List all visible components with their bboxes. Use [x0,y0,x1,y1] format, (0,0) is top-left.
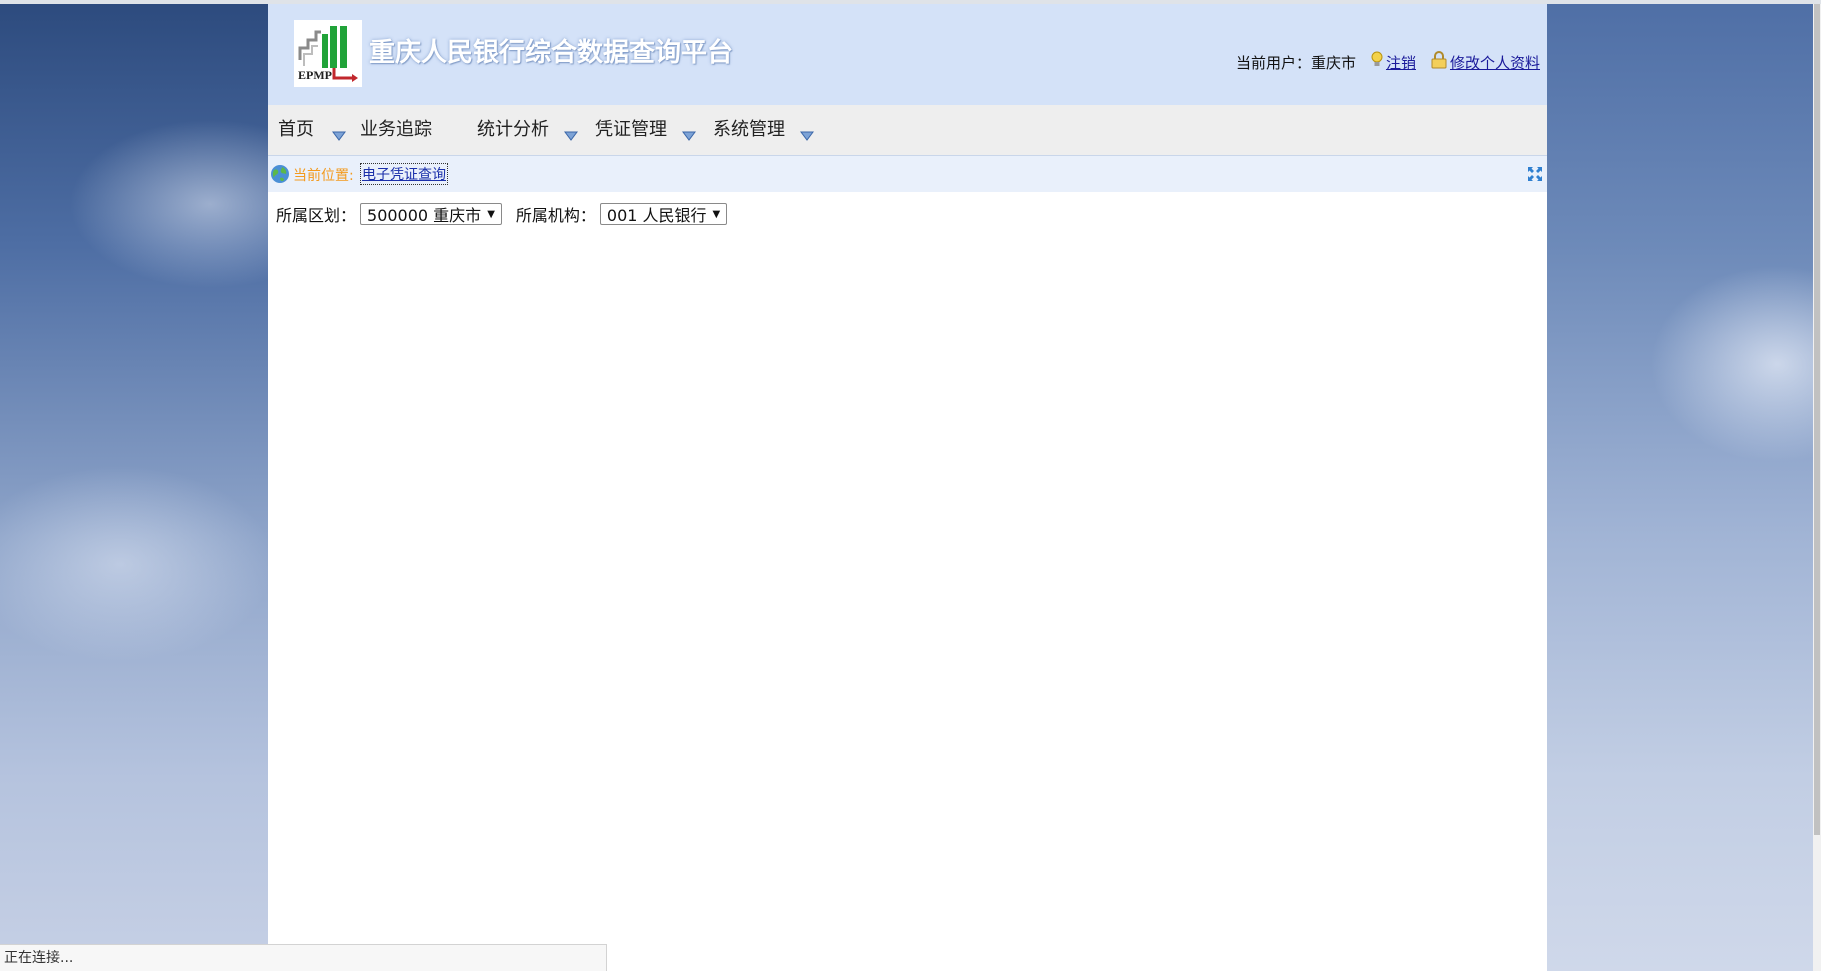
org-label: 所属机构： [515,206,596,225]
chevron-down-icon[interactable] [682,126,696,141]
main-menu: 首页 业务追踪 统计分析 凭证管理 系统管理 [268,105,1547,156]
menu-item-voucher-management[interactable]: 凭证管理 [595,105,667,155]
fullscreen-icon[interactable] [1527,166,1543,186]
dropdown-arrow-icon: ▼ [487,208,495,220]
org-select[interactable]: 001 人民银行 ▼ [599,203,728,225]
breadcrumb-label: 当前位置: [293,168,354,184]
menu-item-system-management[interactable]: 系统管理 [713,105,785,155]
region-select-value: 500000 重庆市 [367,206,482,225]
epmp-logo: EPMP [294,20,362,87]
lock-icon [1430,51,1448,73]
menu-item-statistics[interactable]: 统计分析 [477,105,549,155]
logo-text: EPMP [298,68,332,82]
background-sky-left [0,4,268,971]
dropdown-arrow-icon: ▼ [712,208,721,220]
menu-item-business-tracking[interactable]: 业务追踪 [360,105,432,155]
site-title: 重庆人民银行综合数据查询平台 [369,38,734,68]
region-select[interactable]: 500000 重庆市 ▼ [360,203,502,225]
scrollbar-thumb[interactable] [1814,4,1820,835]
chevron-down-icon[interactable] [800,126,814,141]
current-user-name: 重庆市 [1310,53,1356,72]
user-bar: 当前用户： 重庆市 注销 修改个人资料 [1236,51,1540,73]
header: EPMP 重庆人民银行综合数据查询平台 当前用户： 重庆市 注销 修改个人资料 [268,4,1547,106]
page-container: EPMP 重庆人民银行综合数据查询平台 当前用户： 重庆市 注销 修改个人资料 [268,4,1547,971]
logout-link[interactable]: 注销 [1386,52,1416,73]
lightbulb-icon [1370,51,1384,73]
menu-item-home[interactable]: 首页 [278,105,314,155]
chevron-down-icon[interactable] [564,126,578,141]
globe-icon [270,164,290,188]
browser-status-bar: 正在连接... [0,944,607,971]
org-select-value: 001 人民银行 [606,206,707,225]
chevron-down-icon[interactable] [332,126,346,141]
filter-row: 所属区划： 500000 重庆市 ▼ 所属机构： 001 人民银行 ▼ [276,202,728,226]
vertical-scrollbar[interactable] [1813,4,1821,971]
breadcrumb-current-link[interactable]: 电子凭证查询 [360,163,448,185]
background-sky-right [1547,4,1821,971]
edit-profile-link[interactable]: 修改个人资料 [1450,52,1540,73]
region-label: 所属区划： [276,206,357,225]
current-user-label: 当前用户： [1235,53,1311,72]
breadcrumb: 当前位置: 电子凭证查询 [268,156,1547,192]
